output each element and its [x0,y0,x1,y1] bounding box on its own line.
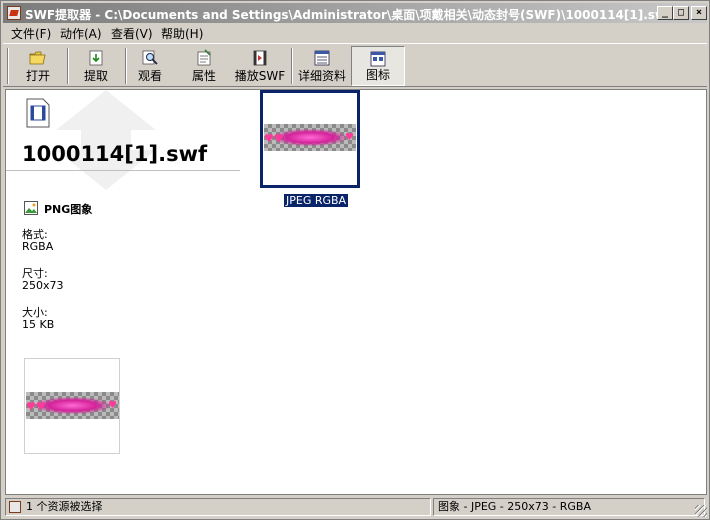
resource-thumbnail[interactable]: ♥♥ ♥ [260,90,360,188]
maximize-button[interactable]: □ [673,6,689,20]
filesize-value: 15 KB [22,318,55,331]
swf-file-icon [26,98,50,128]
view-button[interactable]: 观看 [123,46,177,86]
view-icon [142,50,158,65]
properties-label: 属性 [191,69,216,83]
preview-banner-image: ♥♥ ♥ [26,392,119,419]
resource-item-label[interactable]: JPEG RGBA [284,194,349,207]
menu-file[interactable]: 文件(F) [11,25,51,42]
window-title: SWF提取器 - C:\Documents and Settings\Admin… [25,8,672,22]
details-view-label: 详细资料 [297,69,346,83]
menu-bar: 文件(F) 动作(A) 查看(V) 帮助(H) [3,23,707,42]
status-bar: 1 个资源被选择 图象 - JPEG - 250x73 - RGBA [3,497,707,517]
resource-type-label: PNG图象 [44,203,93,216]
minimize-button[interactable]: _ [657,6,673,20]
properties-button[interactable]: 属性 [177,46,231,86]
icons-view-button[interactable]: 图标 [351,46,405,86]
folder-open-icon [29,51,46,65]
status-info-text: 图象 - JPEG - 250x73 - RGBA [438,500,591,513]
extract-icon [89,50,103,66]
status-info: 图象 - JPEG - 250x73 - RGBA [433,498,705,516]
thumbnail-banner-image: ♥♥ ♥ [264,124,356,151]
toolbar-grip [7,48,9,84]
dimensions-value: 250x73 [22,279,64,292]
status-selection-text: 1 个资源被选择 [26,500,103,513]
app-icon[interactable] [7,6,21,20]
format-value: RGBA [22,240,54,253]
toolbar: 打开 提取 观看 属性 播放SWF 详细资料 图标 [3,43,707,87]
extract-button[interactable]: 提取 [69,46,123,86]
details-view-button[interactable]: 详细资料 [294,46,350,86]
image-resource-icon [24,201,38,215]
play-swf-button[interactable]: 播放SWF [231,46,289,86]
menu-help[interactable]: 帮助(H) [161,25,203,42]
play-swf-icon [253,50,267,66]
app-status-icon [9,501,21,513]
status-selection: 1 个资源被选择 [5,498,431,516]
menu-view[interactable]: 查看(V) [111,25,153,42]
swf-extractor-window: SWF提取器 - C:\Documents and Settings\Admin… [0,0,710,520]
play-swf-label: 播放SWF [234,69,286,83]
divider [6,170,240,171]
separator [291,48,293,84]
title-bar[interactable]: SWF提取器 - C:\Documents and Settings\Admin… [3,3,707,23]
view-label: 观看 [137,69,162,83]
resize-grip[interactable] [695,505,707,517]
file-name-heading: 1000114[1].swf [22,142,208,166]
extract-label: 提取 [83,69,108,83]
close-button[interactable]: × [691,6,707,20]
menu-action[interactable]: 动作(A) [60,25,102,42]
open-button[interactable]: 打开 [11,46,65,86]
open-label: 打开 [25,69,50,83]
properties-icon [197,49,211,66]
image-preview: ♥♥ ♥ [24,358,120,454]
details-view-icon [314,50,330,66]
icons-view-label: 图标 [365,68,390,82]
content-pane[interactable]: 1000114[1].swf PNG图象 格式: RGBA 尺寸: 250x73… [5,89,707,495]
